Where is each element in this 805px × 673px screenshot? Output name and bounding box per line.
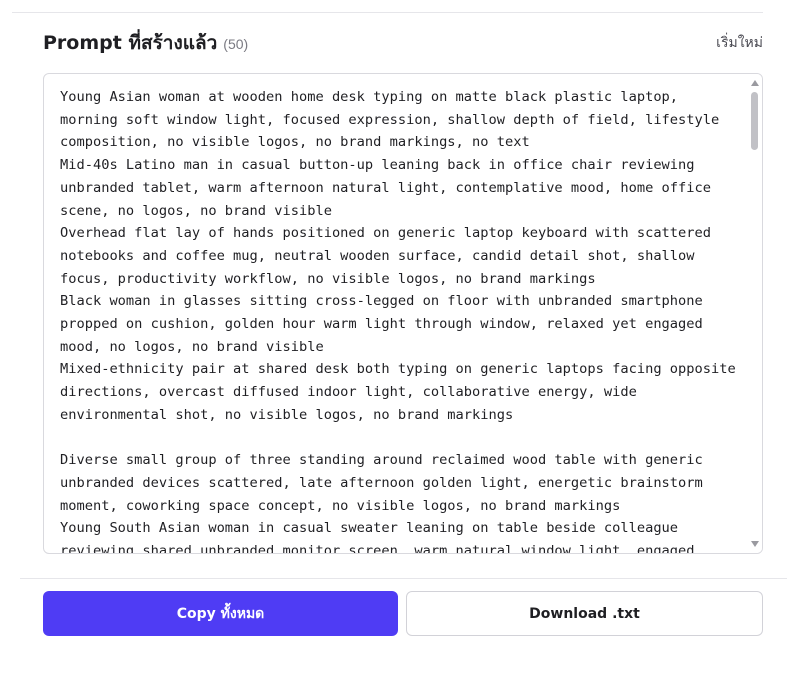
prompts-header: Prompt ที่สร้างแล้ว (50) เริ่มใหม่ xyxy=(43,28,763,58)
title-group: Prompt ที่สร้างแล้ว (50) xyxy=(43,28,248,58)
download-txt-button[interactable]: Download .txt xyxy=(406,591,763,636)
copy-all-button[interactable]: Copy ทั้งหมด xyxy=(43,591,398,636)
copy-all-label: Copy ทั้งหมด xyxy=(176,605,265,622)
prompts-textarea[interactable]: Young Asian woman at wooden home desk ty… xyxy=(43,73,763,554)
prompt-count: (50) xyxy=(223,36,249,52)
bottom-divider xyxy=(20,578,787,579)
download-txt-label: Download .txt xyxy=(529,605,640,622)
prompts-text: Young Asian woman at wooden home desk ty… xyxy=(60,89,736,554)
scroll-down-icon[interactable] xyxy=(751,541,759,547)
top-divider xyxy=(12,12,763,13)
scroll-thumb[interactable] xyxy=(751,92,758,150)
page-title: Prompt ที่สร้างแล้ว xyxy=(43,32,218,54)
scrollbar[interactable] xyxy=(747,74,762,553)
reset-link[interactable]: เริ่มใหม่ xyxy=(716,32,763,54)
scroll-up-icon[interactable] xyxy=(751,80,759,86)
